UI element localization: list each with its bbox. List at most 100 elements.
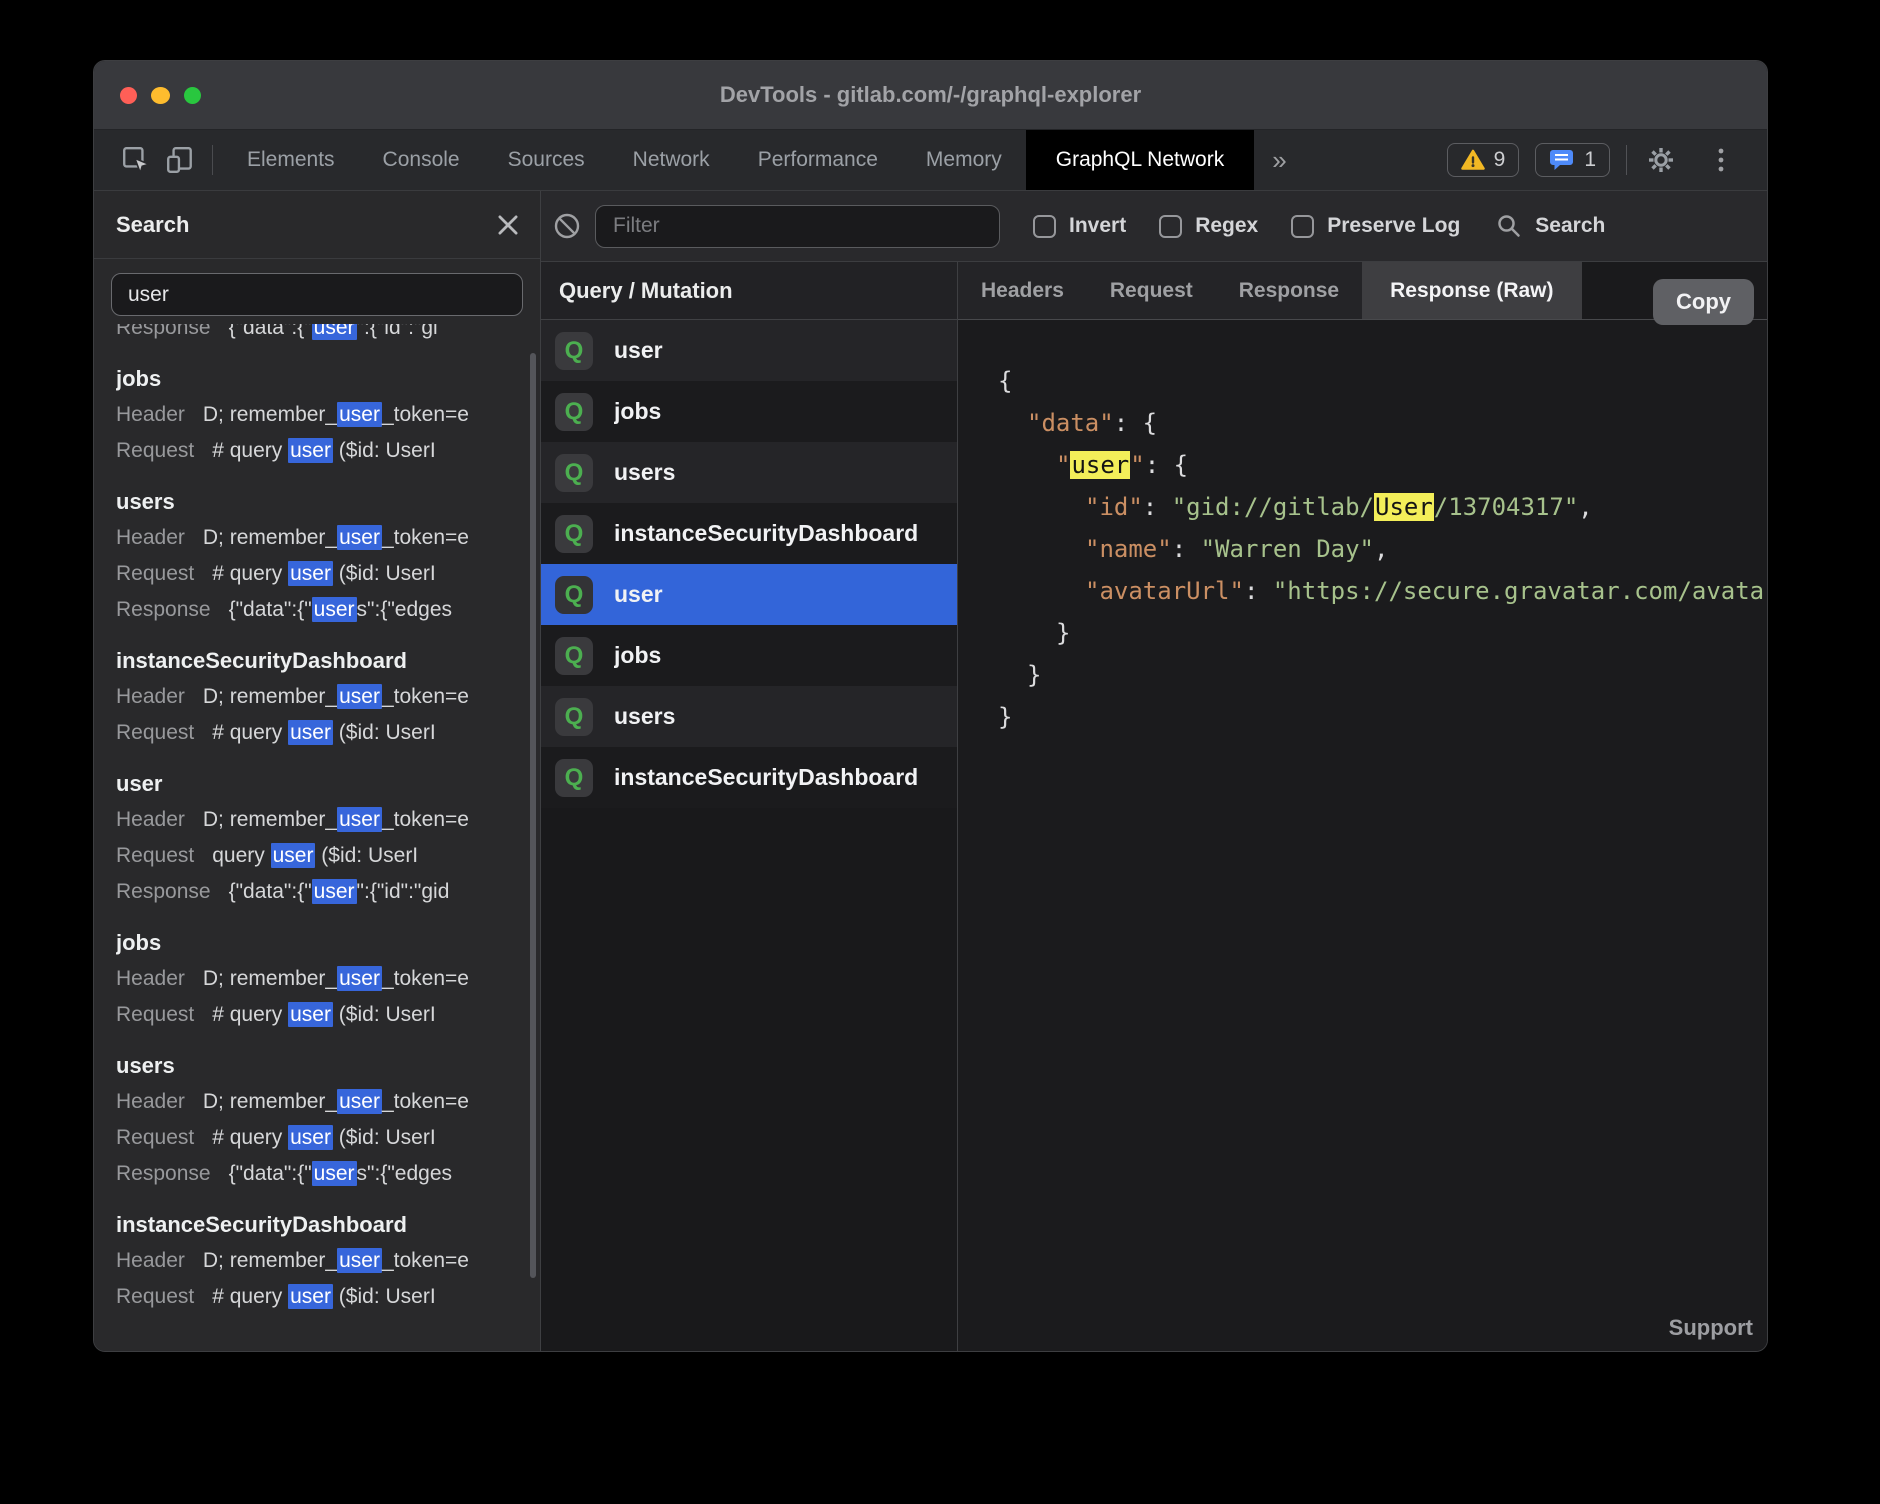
query-list-item[interactable]: Qusers	[541, 442, 957, 503]
json-token: }	[1027, 661, 1041, 689]
search-panel-title: Search	[116, 212, 189, 238]
json-token: user	[1070, 451, 1130, 479]
tab-performance[interactable]: Performance	[734, 130, 902, 190]
search-result-line[interactable]: HeaderD; remember_user_token=e	[116, 397, 540, 433]
search-result-line[interactable]: Response{"data":{"users":{"edges	[116, 592, 540, 628]
regex-checkbox[interactable]	[1159, 215, 1182, 238]
search-input-wrap	[94, 259, 540, 324]
tab-elements[interactable]: Elements	[223, 130, 359, 190]
json-line: "id": "gid://gitlab/User/13704317",	[998, 486, 1767, 528]
copy-button[interactable]: Copy	[1653, 279, 1754, 325]
query-list-item[interactable]: Qjobs	[541, 625, 957, 686]
search-result-text: query	[212, 844, 270, 867]
filter-input[interactable]	[595, 205, 1000, 248]
search-result-text: ($id: UserI	[333, 721, 436, 744]
json-token: "avatarUrl"	[1085, 577, 1244, 605]
search-match-highlight: user	[271, 843, 316, 868]
search-result-line[interactable]: Request# query user ($id: UserI	[116, 433, 540, 469]
search-result-line[interactable]: Response{"data":{"users":{"edges	[116, 1156, 540, 1192]
json-token: :	[1143, 493, 1172, 521]
settings-gear-icon[interactable]	[1643, 142, 1679, 178]
search-result-line[interactable]: Request# query user ($id: UserI	[116, 1120, 540, 1156]
tab-headers[interactable]: Headers	[958, 262, 1087, 319]
search-result-line[interactable]: Request# query user ($id: UserI	[116, 997, 540, 1033]
search-match-highlight: user	[312, 1161, 357, 1186]
preserve-log-checkbox[interactable]	[1291, 215, 1314, 238]
inspect-element-icon[interactable]	[118, 142, 154, 178]
warning-icon	[1461, 149, 1485, 171]
search-result-text: _token=e	[382, 403, 469, 426]
query-type-badge: Q	[555, 759, 593, 797]
search-result-text: ($id: UserI	[315, 844, 418, 867]
search-result-line[interactable]: HeaderD; remember_user_token=e	[116, 520, 540, 556]
kebab-menu-icon[interactable]	[1703, 142, 1739, 178]
query-list-item[interactable]: QinstanceSecurityDashboard	[541, 747, 957, 808]
device-toolbar-icon[interactable]	[162, 142, 198, 178]
toolbar-search-label: Search	[1535, 214, 1605, 238]
search-match-highlight: user	[337, 684, 382, 709]
tab-bar-right-cluster: 9 1	[1447, 142, 1747, 178]
search-scrollbar-thumb[interactable]	[530, 353, 536, 1278]
search-result-line-label: Header	[116, 1090, 185, 1113]
zoom-window-button[interactable]	[184, 87, 201, 104]
tab-console[interactable]: Console	[359, 130, 484, 190]
tab-network[interactable]: Network	[609, 130, 734, 190]
search-result-line-label: Request	[116, 721, 194, 744]
search-result-line[interactable]: Request# query user ($id: UserI	[116, 715, 540, 751]
search-result-line[interactable]: HeaderD; remember_user_token=e	[116, 1243, 540, 1279]
query-list-item[interactable]: Quser	[541, 564, 957, 625]
query-list-item[interactable]: Qjobs	[541, 381, 957, 442]
search-result-group-title: users	[116, 484, 540, 520]
tab-response[interactable]: Response	[1216, 262, 1362, 319]
warnings-badge[interactable]: 9	[1447, 143, 1520, 177]
invert-checkbox[interactable]	[1033, 215, 1056, 238]
clear-log-icon[interactable]	[553, 212, 581, 240]
minimize-window-button[interactable]	[151, 87, 170, 104]
search-match-highlight: user	[312, 324, 357, 340]
close-search-panel-icon[interactable]	[498, 215, 518, 235]
search-result-line[interactable]: Request# query user ($id: UserI	[116, 556, 540, 592]
query-list-item[interactable]: Quser	[541, 320, 957, 381]
search-result-text: {"data":{"	[229, 1162, 312, 1185]
search-result-line[interactable]: HeaderD; remember_user_token=e	[116, 961, 540, 997]
json-line: }	[998, 696, 1767, 738]
search-result-line-label: Request	[116, 1003, 194, 1026]
search-result-line-label: Response	[116, 880, 211, 903]
search-result-text: _token=e	[382, 1249, 469, 1272]
search-result-line[interactable]: HeaderD; remember_user_token=e	[116, 802, 540, 838]
search-result-text: D; remember_	[203, 1090, 337, 1113]
tab-memory[interactable]: Memory	[902, 130, 1026, 190]
search-result-group-title: user	[116, 766, 540, 802]
search-result-text: D; remember_	[203, 526, 337, 549]
search-result-group-title: jobs	[116, 361, 540, 397]
toolbar-search-button[interactable]: Search	[1496, 213, 1605, 239]
query-list-item[interactable]: Qusers	[541, 686, 957, 747]
search-result-line-label: Header	[116, 808, 185, 831]
json-token: "id"	[1085, 493, 1143, 521]
search-result-line[interactable]: Requestquery user ($id: UserI	[116, 838, 540, 874]
search-result-line-label: Request	[116, 439, 194, 462]
json-line: "user": {	[998, 444, 1767, 486]
tab-sources[interactable]: Sources	[484, 130, 609, 190]
json-line: "data": {	[998, 402, 1767, 444]
search-result-line[interactable]: HeaderD; remember_user_token=e	[116, 1084, 540, 1120]
more-tabs-chevron[interactable]: »	[1254, 145, 1304, 176]
search-result-line[interactable]: Response{"data":{"user":{"id":"gi	[116, 324, 540, 346]
query-type-badge: Q	[555, 515, 593, 553]
support-link[interactable]: Support	[1669, 1315, 1753, 1341]
search-result-line[interactable]: Response{"data":{"user":{"id":"gid	[116, 874, 540, 910]
graphql-network-panel: Invert Regex Preserve Log	[541, 191, 1767, 1351]
issues-badge[interactable]: 1	[1535, 143, 1610, 177]
tab-request[interactable]: Request	[1087, 262, 1216, 319]
search-result-line[interactable]: Request# query user ($id: UserI	[116, 1279, 540, 1315]
search-match-highlight: user	[337, 807, 382, 832]
search-input[interactable]	[111, 273, 523, 316]
tab-graphql-network[interactable]: GraphQL Network	[1026, 130, 1254, 190]
json-line: "avatarUrl": "https://secure.gravatar.co…	[998, 570, 1767, 612]
close-window-button[interactable]	[120, 87, 137, 104]
search-result-text: D; remember_	[203, 685, 337, 708]
tab-response-raw[interactable]: Response (Raw)	[1362, 262, 1581, 319]
query-list-item[interactable]: QinstanceSecurityDashboard	[541, 503, 957, 564]
search-result-line[interactable]: HeaderD; remember_user_token=e	[116, 679, 540, 715]
network-toolbar: Invert Regex Preserve Log	[541, 191, 1767, 262]
